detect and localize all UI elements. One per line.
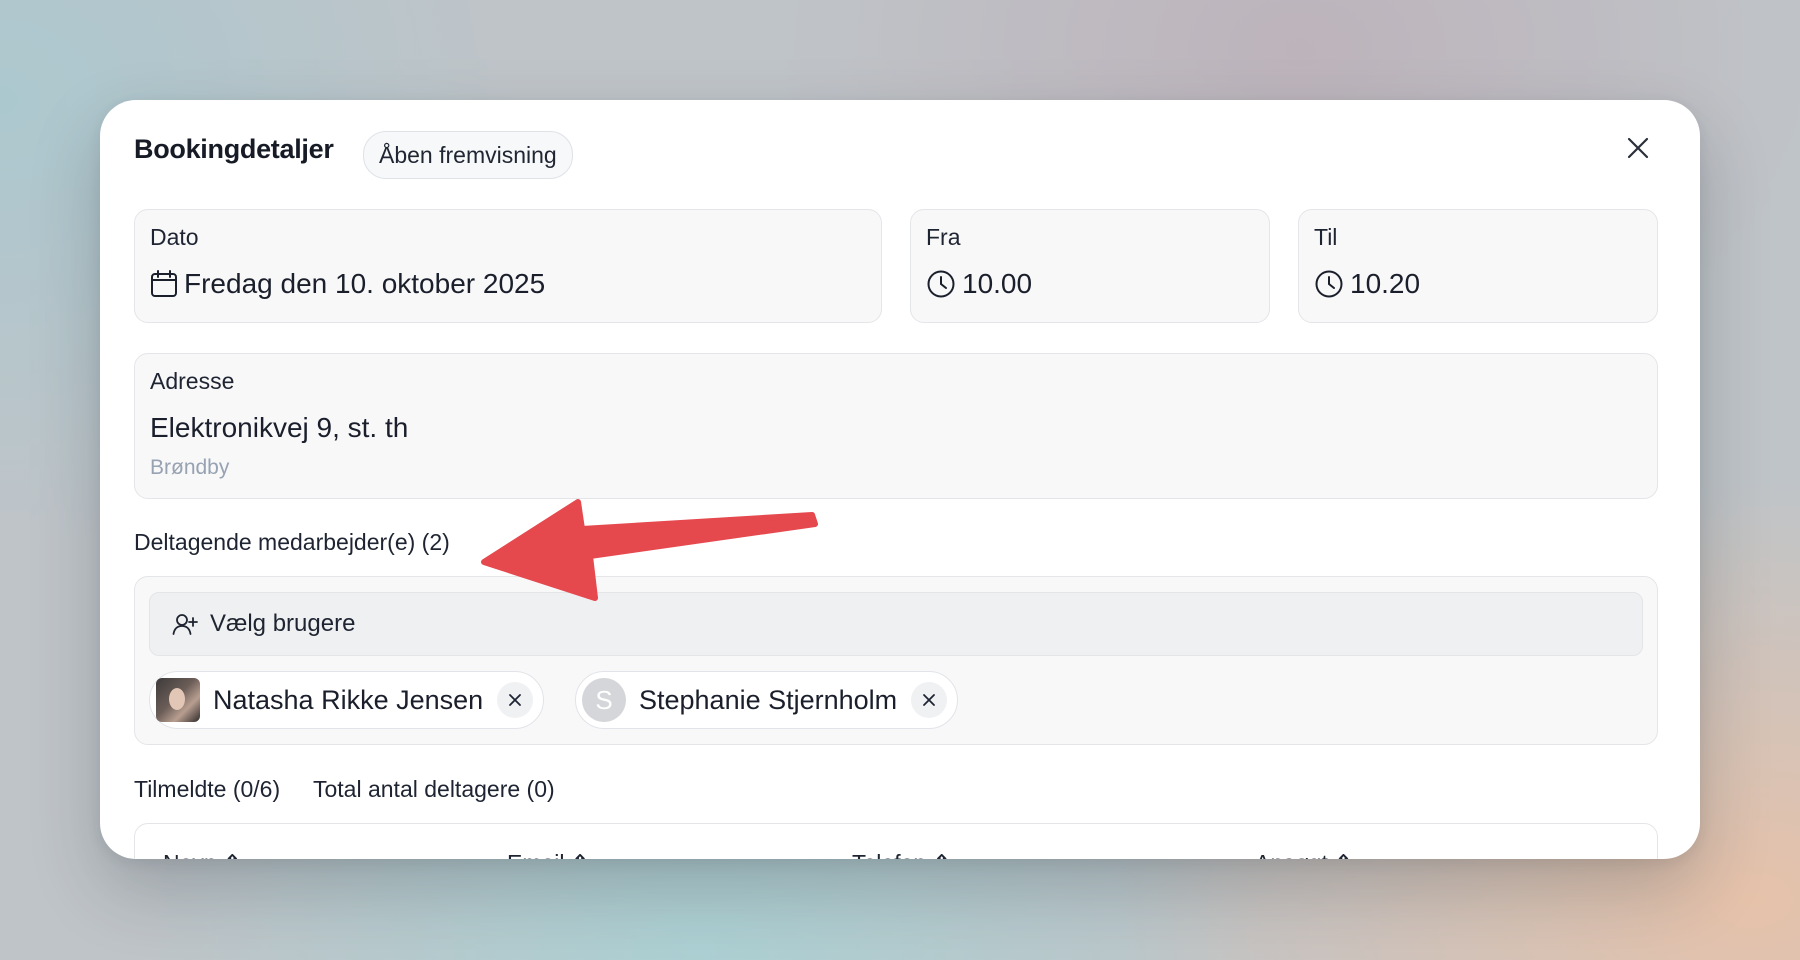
address-label: Adresse — [150, 368, 235, 394]
from-time-field[interactable]: Fra 10.00 — [910, 209, 1270, 323]
date-label: Dato — [150, 224, 199, 250]
registered-count: Tilmeldte (0/6) — [134, 776, 281, 802]
employee-name: Natasha Rikke Jensen — [213, 684, 484, 715]
sort-icon: ⇕ — [571, 850, 590, 859]
close-icon — [1627, 137, 1649, 159]
address-field[interactable]: Adresse Elektronikvej 9, st. th Brøndby — [134, 353, 1658, 499]
address-city: Brøndby — [150, 456, 230, 479]
booking-details-modal: Bookingdetaljer Åben fremvisning Dato Fr… — [100, 100, 1700, 859]
employees-label: Deltagende medarbejder(e) (2) — [134, 529, 450, 555]
clock-icon — [927, 270, 955, 298]
total-participants: Total antal deltagere (0) — [313, 776, 555, 802]
avatar: S — [582, 678, 626, 722]
date-value: Fredag den 10. oktober 2025 — [184, 268, 546, 299]
employees-panel: Vælg brugere Natasha Rikke Jensen S Step… — [134, 576, 1658, 745]
modal-title: Bookingdetaljer — [134, 134, 334, 164]
close-button[interactable] — [1620, 130, 1656, 166]
sort-icon: ⇕ — [932, 850, 951, 859]
to-label: Til — [1314, 224, 1338, 250]
sort-icon: ⇕ — [1334, 850, 1353, 859]
sort-icon: ⇕ — [223, 850, 242, 859]
employee-name: Stephanie Stjernholm — [639, 684, 898, 715]
calendar-icon — [151, 270, 177, 297]
from-label: Fra — [926, 224, 961, 250]
to-time-field[interactable]: Til 10.20 — [1298, 209, 1658, 323]
remove-employee-button[interactable] — [911, 682, 948, 718]
remove-employee-button[interactable] — [497, 682, 534, 718]
clock-icon — [1315, 270, 1343, 298]
avatar — [156, 678, 200, 722]
address-street: Elektronikvej 9, st. th — [150, 412, 409, 443]
column-header-applied[interactable]: Ansøgt ⇕ — [1255, 850, 1353, 859]
column-header-phone[interactable]: Telefon ⇕ — [852, 850, 951, 859]
to-value: 10.20 — [1350, 268, 1421, 299]
close-icon — [509, 694, 522, 706]
column-header-name[interactable]: Navn ⇕ — [163, 850, 242, 859]
employee-chip: Natasha Rikke Jensen — [149, 671, 545, 729]
column-header-email[interactable]: Email ⇕ — [507, 850, 590, 859]
close-icon — [923, 694, 936, 706]
date-field[interactable]: Dato Fredag den 10. oktober 2025 — [134, 209, 882, 323]
employee-chip: S Stephanie Stjernholm — [575, 671, 959, 729]
status-badge: Åben fremvisning — [363, 131, 573, 179]
select-users-label: Vælg brugere — [210, 610, 356, 637]
user-plus-icon — [172, 614, 198, 635]
from-value: 10.00 — [962, 268, 1033, 299]
signups-table: Navn ⇕ Email ⇕ Telefon ⇕ Ansøgt ⇕ — [134, 823, 1658, 859]
select-users-button[interactable]: Vælg brugere — [149, 592, 1643, 656]
